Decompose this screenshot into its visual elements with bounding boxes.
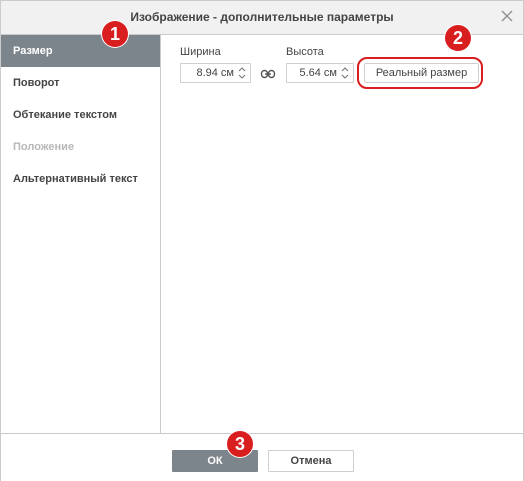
advanced-settings-dialog: Изображение - дополнительные параметры Р… bbox=[0, 0, 524, 481]
height-value: 5.64 см bbox=[299, 67, 337, 79]
sidebar-item-label: Размер bbox=[13, 45, 53, 57]
annotation-badge-3: 3 bbox=[227, 431, 253, 457]
width-value: 8.94 см bbox=[196, 67, 234, 79]
cancel-button[interactable]: Отмена bbox=[268, 450, 354, 472]
dialog-titlebar: Изображение - дополнительные параметры bbox=[1, 1, 523, 35]
height-input[interactable]: 5.64 см bbox=[286, 63, 354, 83]
sidebar-item-label: Обтекание текстом bbox=[13, 109, 117, 121]
sidebar-item-position: Положение bbox=[1, 131, 160, 163]
dialog-title: Изображение - дополнительные параметры bbox=[130, 10, 394, 24]
size-panel: Ширина 8.94 см Высота 5.64 см Реальный р… bbox=[161, 35, 523, 433]
sidebar-item-alt-text[interactable]: Альтернативный текст bbox=[1, 163, 160, 195]
dialog-footer: ОК Отмена bbox=[1, 433, 523, 481]
sidebar-item-size[interactable]: Размер bbox=[1, 35, 160, 67]
spinner-arrows-icon[interactable] bbox=[339, 65, 351, 81]
width-input[interactable]: 8.94 см bbox=[180, 63, 251, 83]
link-icon[interactable] bbox=[260, 67, 276, 79]
annotation-badge-2: 2 bbox=[445, 25, 471, 51]
sidebar-item-label: Альтернативный текст bbox=[13, 173, 138, 185]
spinner-arrows-icon[interactable] bbox=[236, 65, 248, 81]
sidebar-item-label: Поворот bbox=[13, 77, 60, 89]
sidebar-item-label: Положение bbox=[13, 141, 75, 153]
annotation-badge-1: 1 bbox=[102, 21, 128, 47]
width-label: Ширина bbox=[180, 46, 221, 58]
real-size-button[interactable]: Реальный размер bbox=[364, 63, 479, 83]
settings-sidebar: Размер Поворот Обтекание текстом Положен… bbox=[1, 35, 161, 433]
height-label: Высота bbox=[286, 46, 324, 58]
sidebar-item-rotation[interactable]: Поворот bbox=[1, 67, 160, 99]
sidebar-item-text-wrapping[interactable]: Обтекание текстом bbox=[1, 99, 160, 131]
close-icon[interactable] bbox=[499, 8, 515, 24]
